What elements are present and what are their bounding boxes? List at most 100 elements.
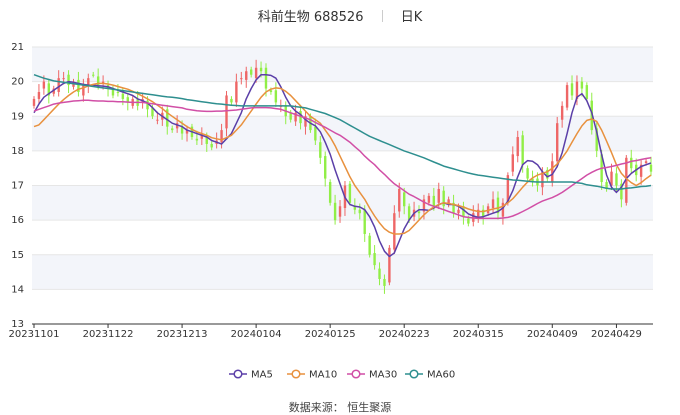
band-14 [32, 254, 653, 290]
candle-body-0 [32, 98, 36, 106]
candle-body-111 [580, 81, 584, 89]
candle-body-82 [437, 188, 440, 203]
x-tick-label-20240409: 20240409 [527, 329, 578, 340]
candle-body-72 [388, 247, 391, 283]
candle-body-60 [328, 182, 332, 203]
candle-body-70 [378, 268, 381, 279]
candle-body-88 [467, 218, 470, 224]
candle-body-48 [269, 90, 273, 93]
candle-body-105 [551, 161, 554, 183]
candle-body-74 [398, 188, 401, 212]
y-tick-label-14: 14 [11, 284, 24, 295]
candle-body-59 [324, 156, 327, 179]
candle-body-18 [121, 93, 125, 99]
legend-marker-ma10 [291, 369, 301, 379]
candle-body-2 [42, 81, 46, 89]
legend-marker-ma5 [233, 369, 243, 379]
candle-body-81 [432, 195, 436, 207]
candle-body-109 [570, 83, 574, 96]
legend-marker-ma60 [409, 369, 419, 379]
candle-body-83 [442, 190, 445, 207]
legend-item-ma60[interactable]: MA60 [405, 369, 455, 381]
candle-body-28 [171, 128, 174, 131]
candle-body-58 [319, 142, 322, 158]
y-tick-label-20: 20 [11, 77, 24, 88]
candle-body-5 [57, 78, 60, 93]
plot-background [32, 47, 653, 290]
y-tick-label-16: 16 [11, 215, 24, 226]
candle-body-108 [565, 85, 569, 108]
candle-body-49 [274, 90, 278, 103]
legend-item-ma5[interactable]: MA5 [229, 369, 273, 381]
x-tick-label-20231101: 20231101 [9, 329, 60, 340]
candle-body-46 [259, 67, 263, 72]
y-axis: 131415161718192021 [11, 42, 24, 330]
candle-body-68 [368, 235, 371, 255]
candle-body-67 [363, 209, 366, 234]
legend-label-ma10: MA10 [309, 370, 337, 381]
candle-body-78 [417, 211, 421, 214]
candle-body-6 [62, 78, 65, 80]
y-tick-label-19: 19 [11, 111, 24, 122]
candle-body-39 [225, 95, 228, 129]
candle-body-42 [240, 78, 243, 80]
candle-body-86 [457, 209, 460, 214]
candle-body-99 [521, 135, 524, 165]
candle-body-75 [403, 192, 406, 207]
candle-body-106 [556, 123, 559, 162]
x-tick-label-20240104: 20240104 [231, 329, 282, 340]
moving-average-lines [33, 73, 652, 258]
x-tick-label-20231213: 20231213 [157, 329, 208, 340]
candle-body-98 [516, 137, 519, 157]
x-tick-label-20240429: 20240429 [591, 329, 642, 340]
legend-item-ma30[interactable]: MA30 [347, 369, 397, 381]
candle-body-97 [511, 154, 514, 172]
candle-body-43 [245, 71, 248, 80]
candle-body-40 [230, 98, 233, 103]
candle-body-57 [314, 126, 317, 141]
candle-body-124 [644, 161, 648, 163]
candle-body-121 [630, 157, 633, 169]
x-tick-label-20240315: 20240315 [453, 329, 504, 340]
x-tick-label-20240223: 20240223 [379, 329, 430, 340]
candle-body-80 [427, 195, 431, 203]
y-tick-label-21: 21 [11, 42, 24, 53]
y-tick-label-15: 15 [11, 250, 24, 261]
candle-body-112 [585, 85, 589, 99]
candle-body-10 [82, 85, 85, 96]
candle-body-107 [560, 105, 564, 120]
legend-label-ma60: MA60 [427, 370, 455, 381]
candle-body-100 [526, 168, 529, 179]
candle-body-41 [235, 81, 238, 103]
x-tick-label-20240125: 20240125 [305, 329, 356, 340]
legend-label-ma5: MA5 [251, 370, 273, 381]
legend-marker-ma30 [351, 369, 361, 379]
candle-body-62 [338, 206, 342, 217]
candle-body-69 [373, 253, 376, 266]
candle-body-93 [491, 199, 495, 209]
legend[interactable]: MA5 MA10 MA30 MA60 [229, 369, 455, 381]
candle-body-11 [87, 78, 90, 86]
candle-body-66 [358, 209, 361, 214]
candle-body-1 [37, 92, 41, 99]
candle-body-125 [649, 164, 653, 172]
candle-body-25 [156, 119, 159, 121]
y-tick-label-17: 17 [11, 181, 24, 192]
candle-body-36 [210, 143, 213, 148]
candle-body-33 [195, 138, 199, 141]
candle-body-73 [393, 213, 396, 250]
band-20 [32, 47, 653, 82]
candle-body-44 [249, 69, 253, 75]
legend-item-ma10[interactable]: MA10 [287, 369, 337, 381]
candle-body-64 [348, 183, 352, 203]
y-tick-label-18: 18 [11, 146, 24, 157]
candle-body-12 [92, 74, 95, 76]
kline-chart[interactable]: 131415161718192021 20231101 20231122 20231… [0, 0, 680, 413]
candle-body-47 [264, 67, 268, 89]
x-axis: 20231101 20231122 20231213 20240104 20240125… [9, 323, 653, 340]
candle-body-118 [615, 173, 618, 186]
candle-body-45 [254, 67, 258, 79]
candle-body-61 [333, 202, 337, 221]
legend-label-ma30: MA30 [369, 370, 397, 381]
candle-body-17 [116, 92, 120, 94]
